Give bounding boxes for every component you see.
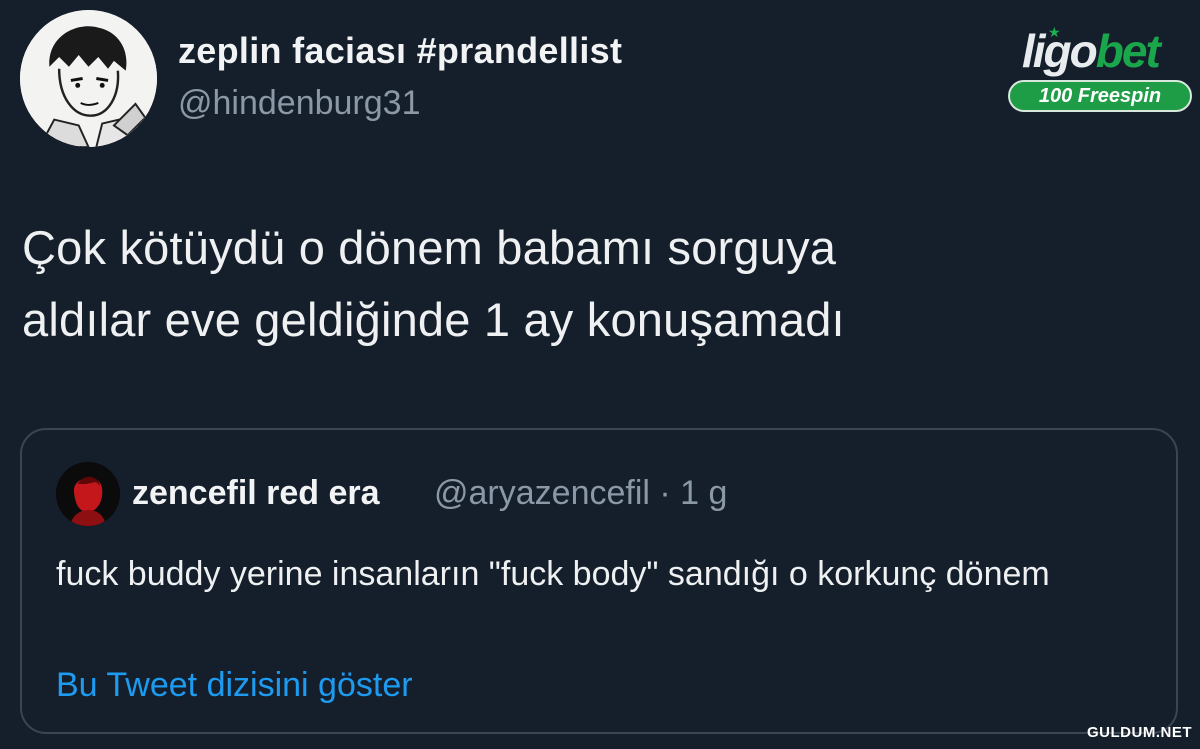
quoted-tweet-text: fuck buddy yerine insanların "fuck body"…	[56, 555, 1050, 593]
quoted-author-meta: @aryazencefil · 1 g	[434, 474, 728, 512]
quoted-tweet-card[interactable]: zencefil red era @aryazencefil · 1 g fuc…	[20, 428, 1178, 734]
tweet-text-line: Çok kötüydü o dönem babamı sorguya	[22, 221, 837, 274]
tweet-screenshot: zeplin faciası #prandellist @hindenburg3…	[0, 0, 1200, 749]
author-avatar[interactable]	[20, 10, 157, 147]
red-portrait-avatar-icon	[56, 462, 120, 526]
tweet-text: Çok kötüydü o dönem babamı sorguya aldıl…	[22, 212, 1122, 356]
quoted-author-avatar	[56, 462, 120, 526]
site-watermark: GULDUM.NET	[1087, 724, 1192, 741]
ad-brand-part1: ligo	[1022, 25, 1098, 77]
ad-brand-part2: bet	[1095, 25, 1161, 77]
ad-badge: 100 Freespin	[1008, 80, 1192, 112]
manga-character-avatar-icon	[20, 10, 157, 147]
ad-logo[interactable]: ★ ligobet 100 Freespin	[1008, 24, 1192, 116]
author-display-name[interactable]: zeplin faciası #prandellist	[178, 30, 622, 72]
ad-brand-name: ligobet	[1022, 24, 1161, 78]
quoted-author-display-name[interactable]: zencefil red era	[132, 474, 380, 513]
show-thread-link[interactable]: Bu Tweet dizisini göster	[56, 666, 413, 705]
tweet-text-line: aldılar eve geldiğinde 1 ay konuşamadı	[22, 293, 845, 346]
author-handle[interactable]: @hindenburg31	[178, 84, 420, 123]
